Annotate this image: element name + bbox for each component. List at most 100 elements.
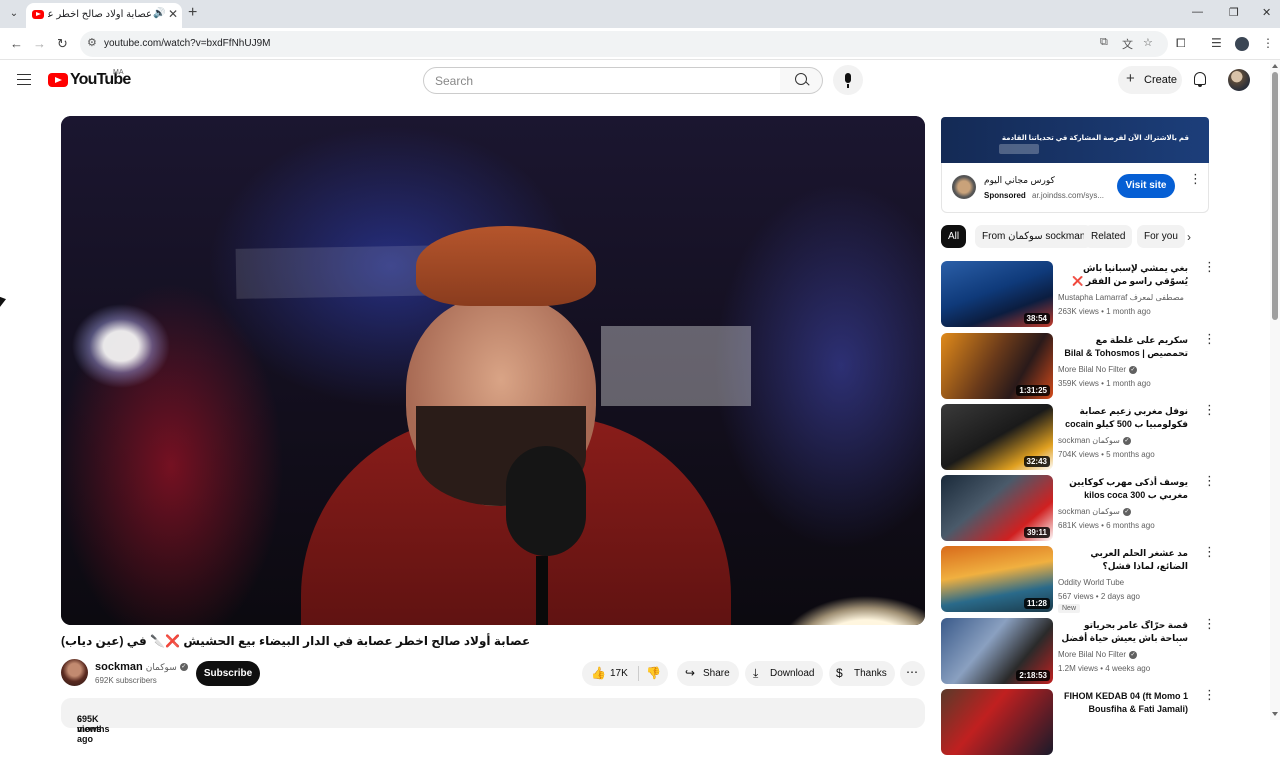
speaker-icon[interactable]: 🔊 bbox=[153, 8, 165, 19]
description-box[interactable]: 695K views 6 months ago bbox=[61, 698, 925, 744]
recommendation-title[interactable]: سكريم على غلطة مع تحمصيص | Bilal & Tohos… bbox=[1058, 334, 1188, 360]
like-count[interactable]: 17K bbox=[610, 668, 628, 679]
tab-search-icon[interactable]: ⌄ bbox=[6, 6, 22, 22]
recommendation-channel[interactable]: sockman سوكمان ✓ bbox=[1058, 436, 1131, 445]
browser-menu-icon[interactable]: ⋮ bbox=[1262, 36, 1274, 50]
subscribe-button[interactable]: Subscribe bbox=[196, 661, 260, 686]
browser-profile-icon[interactable] bbox=[1235, 37, 1249, 51]
recommendation-thumbnail[interactable]: 1:31:25 bbox=[941, 333, 1053, 399]
extensions-icon[interactable]: ⧠ bbox=[1176, 36, 1186, 51]
reading-list-icon[interactable]: ☰ bbox=[1211, 36, 1222, 50]
recommendation-more-icon[interactable]: ⋮ bbox=[1203, 545, 1216, 558]
recommendation-item[interactable]: 11:28 مد عشغر الحلم العربي الضائع، لماذا … bbox=[941, 545, 1216, 614]
verified-icon: ✓ bbox=[1122, 507, 1131, 516]
tab-close-icon[interactable]: ✕ bbox=[168, 7, 178, 21]
more-actions-button[interactable]: ⋯ bbox=[900, 661, 925, 686]
create-button[interactable]: + Create bbox=[1118, 66, 1182, 94]
recommendation-thumbnail[interactable]: 39:11 bbox=[941, 475, 1053, 541]
recommendation-title[interactable]: 1 FIHOM KEDAB 04 (ft Momo Bousfiha & Fat… bbox=[1058, 690, 1188, 716]
recommendation-channel[interactable]: Mustapha Lamarraf مصطفى لمعرف bbox=[1058, 293, 1184, 302]
like-icon[interactable]: 👍 bbox=[591, 666, 606, 680]
channel-name-arabic[interactable]: سوكمان bbox=[146, 662, 177, 672]
recommendation-item[interactable]: 2:18:53 قصة حرّاگ عامر بحرياتو سباحة باش … bbox=[941, 617, 1216, 686]
chevron-right-icon[interactable]: › bbox=[1187, 230, 1191, 244]
youtube-logo-icon[interactable] bbox=[48, 73, 68, 87]
chip-from-channel[interactable]: From سوكمان sockman bbox=[975, 225, 1093, 248]
channel-name-latin[interactable]: sockman bbox=[95, 661, 143, 673]
reload-icon[interactable]: ↻ bbox=[57, 36, 68, 52]
channel-avatar[interactable] bbox=[61, 659, 88, 686]
recommendation-title[interactable]: بغي يمشي لإسبانيا باش يُسوّقي راسو من ال… bbox=[1058, 262, 1188, 289]
recommendation-title[interactable]: مد عشغر الحلم العربي الضائع، لماذا فشل؟ bbox=[1058, 547, 1188, 573]
recommendation-more-icon[interactable]: ⋮ bbox=[1203, 474, 1216, 487]
microphone-stand bbox=[536, 556, 548, 625]
recommendation-channel-name[interactable]: sockman bbox=[1058, 507, 1090, 516]
address-bar[interactable]: ⚙ youtube.com/watch?v=bxdFfNhUJ9M ⧉ 文 ☆ bbox=[80, 31, 1168, 57]
recommendation-title[interactable]: قصة حرّاگ عامر بحرياتو سباحة باش يعيش حي… bbox=[1058, 619, 1188, 646]
scroll-down-arrow-icon[interactable] bbox=[1272, 712, 1278, 716]
ad-info[interactable]: كورس مجاني اليوم Sponsored ar.joindss.co… bbox=[941, 163, 1209, 213]
recommendation-more-icon[interactable]: ⋮ bbox=[1203, 332, 1216, 345]
recommendation-item[interactable]: 38:54 بغي يمشي لإسبانيا باش يُسوّقي راسو … bbox=[941, 260, 1216, 329]
recommendation-more-icon[interactable]: ⋮ bbox=[1203, 688, 1216, 701]
voice-search-icon[interactable] bbox=[833, 65, 863, 95]
new-tab-icon[interactable]: + bbox=[188, 4, 197, 22]
recommendation-channel[interactable]: sockman سوكمان ✓ bbox=[1058, 507, 1131, 516]
share-button[interactable]: ↪ Share bbox=[677, 661, 739, 686]
recommendation-channel-name[interactable]: Oddity World Tube bbox=[1058, 578, 1124, 587]
notifications-bell-icon[interactable] bbox=[1194, 72, 1206, 87]
verified-icon: ✓ bbox=[179, 663, 188, 672]
recommendation-channel[interactable]: Oddity World Tube bbox=[1058, 578, 1124, 587]
chip-all[interactable]: All bbox=[941, 225, 967, 248]
recommendation-thumbnail[interactable]: 11:28 bbox=[941, 546, 1053, 612]
recommendation-title[interactable]: يوسف أذكى مهرب كوكايين مغربي ب 300 kilos… bbox=[1058, 476, 1188, 502]
recommendation-channel[interactable]: More Bilal No Filter ✓ bbox=[1058, 365, 1138, 374]
thanks-button[interactable]: $ Thanks bbox=[829, 661, 895, 686]
video-player[interactable] bbox=[61, 116, 925, 625]
recommendation-channel[interactable]: More Bilal No Filter ✓ bbox=[1058, 650, 1138, 659]
ad-banner[interactable]: قم بالاشتراك الآن لفرصة المشاركة في تحدي… bbox=[941, 117, 1209, 163]
install-app-icon[interactable]: ⧉ bbox=[1100, 36, 1108, 49]
recommendation-thumbnail[interactable]: 38:54 bbox=[941, 261, 1053, 327]
window-close-icon[interactable]: ✕ bbox=[1262, 6, 1271, 19]
restore-icon[interactable]: ❐ bbox=[1229, 6, 1239, 19]
recommendation-title[interactable]: نوفل مغربي زعيم عصابة فكولومبيا ب 500 كي… bbox=[1058, 405, 1188, 431]
forward-icon[interactable]: → bbox=[33, 36, 46, 51]
minimize-icon[interactable]: — bbox=[1192, 6, 1203, 18]
recommendation-thumbnail[interactable]: 2:18:53 bbox=[941, 618, 1053, 684]
recommendation-item[interactable]: 1 FIHOM KEDAB 04 (ft Momo Bousfiha & Fat… bbox=[941, 688, 1216, 757]
account-avatar[interactable] bbox=[1228, 69, 1250, 91]
recommendation-item[interactable]: 39:11 يوسف أذكى مهرب كوكايين مغربي ب 300 … bbox=[941, 474, 1216, 543]
back-icon[interactable]: ← bbox=[10, 36, 23, 51]
recommendation-channel-name[interactable]: More Bilal No Filter bbox=[1058, 365, 1126, 374]
scrollbar-thumb[interactable] bbox=[1272, 72, 1278, 320]
search-button[interactable] bbox=[780, 67, 823, 94]
channel-name[interactable]: sockman سوكمان ✓ bbox=[95, 661, 188, 673]
translate-icon[interactable]: 文 bbox=[1122, 36, 1133, 52]
bookmark-star-icon[interactable]: ☆ bbox=[1143, 36, 1153, 49]
search-input[interactable]: Search bbox=[423, 67, 781, 94]
site-info-icon[interactable]: ⚙ bbox=[87, 36, 97, 49]
recommendation-channel-name[interactable]: More Bilal No Filter bbox=[1058, 650, 1126, 659]
mouse-cursor-icon bbox=[0, 296, 6, 310]
recommendation-more-icon[interactable]: ⋮ bbox=[1203, 403, 1216, 416]
recommendation-more-icon[interactable]: ⋮ bbox=[1203, 617, 1216, 630]
download-button[interactable]: ⤓ Download bbox=[745, 661, 823, 686]
recommendation-views: 704K views bbox=[1058, 450, 1099, 459]
recommendation-thumbnail[interactable] bbox=[941, 689, 1053, 755]
browser-tab[interactable]: عصابة أولاد صالح اخطر عصا... 🔊 ✕ bbox=[26, 3, 182, 28]
chip-related[interactable]: Related bbox=[1084, 225, 1133, 248]
recommendation-item[interactable]: 1:31:25 سكريم على غلطة مع تحمصيص | Bilal … bbox=[941, 332, 1216, 401]
visit-site-button[interactable]: Visit site bbox=[1117, 174, 1175, 198]
hamburger-menu-icon[interactable] bbox=[17, 74, 31, 85]
recommendation-item[interactable]: 32:43 نوفل مغربي زعيم عصابة فكولومبيا ب 5… bbox=[941, 403, 1216, 472]
recommendation-channel-arabic: مصطفى لمعرف bbox=[1129, 293, 1184, 302]
recommendation-channel-name[interactable]: sockman bbox=[1058, 436, 1090, 445]
dislike-icon[interactable]: 👎 bbox=[646, 666, 661, 680]
recommendation-channel-name[interactable]: Mustapha Lamarraf bbox=[1058, 293, 1127, 302]
recommendation-more-icon[interactable]: ⋮ bbox=[1203, 260, 1216, 273]
scroll-up-arrow-icon[interactable] bbox=[1272, 64, 1278, 68]
ad-more-icon[interactable]: ⋮ bbox=[1189, 172, 1202, 185]
recommendation-thumbnail[interactable]: 32:43 bbox=[941, 404, 1053, 470]
chip-for-you[interactable]: For you bbox=[1137, 225, 1185, 248]
